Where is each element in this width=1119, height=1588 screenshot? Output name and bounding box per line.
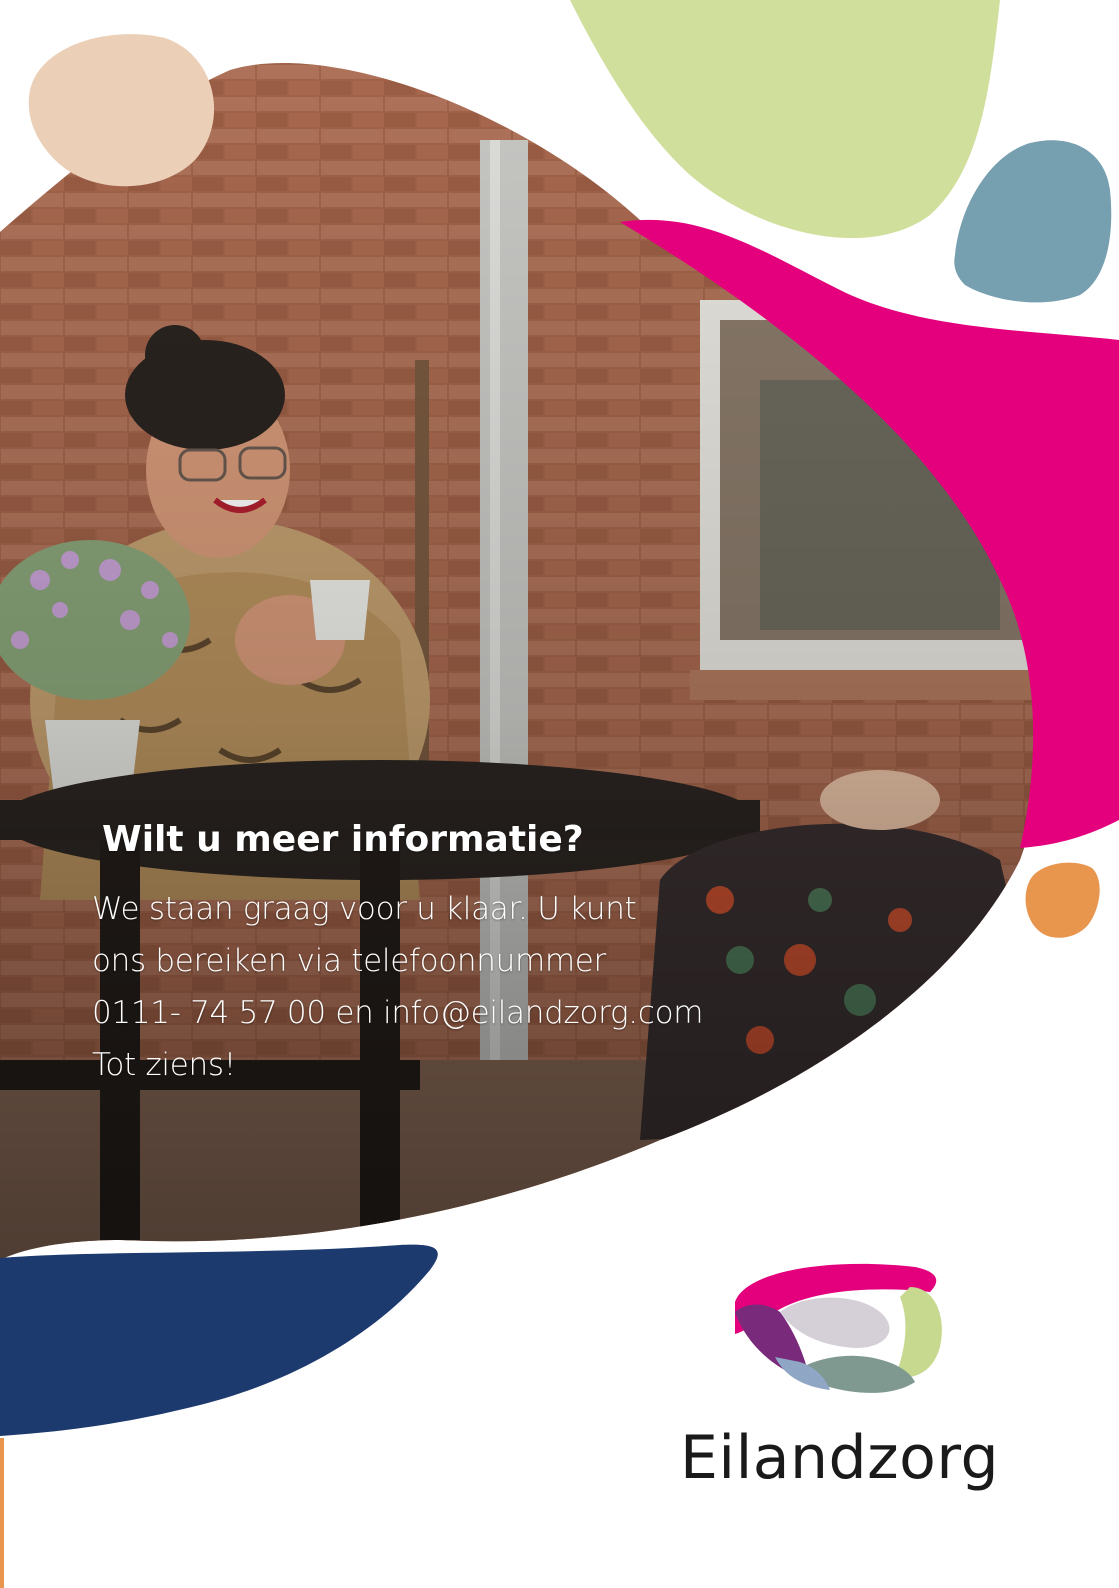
steel-blue-blob bbox=[954, 140, 1112, 303]
background-art bbox=[0, 0, 1119, 1588]
photo-woman-at-table bbox=[0, 63, 1060, 1260]
flyer-page: Wilt u meer informatie? We staan graag v… bbox=[0, 0, 1119, 1588]
sand-blob bbox=[28, 34, 215, 187]
info-line-2: ons bereiken via telefoonnummer bbox=[92, 943, 606, 980]
info-heading: Wilt u meer informatie? bbox=[102, 819, 584, 860]
info-line-1: We staan graag voor u klaar. U kunt bbox=[92, 891, 637, 928]
orange-edge-strip bbox=[0, 1438, 4, 1588]
navy-blob bbox=[0, 1244, 438, 1436]
info-line-4: Tot ziens! bbox=[92, 1047, 236, 1084]
eilandzorg-logo-icon bbox=[735, 1263, 942, 1393]
lime-blob bbox=[570, 0, 1000, 239]
info-line-3: 0111- 74 57 00 en info@eilandzorg.com bbox=[92, 995, 704, 1032]
brand-name: Eilandzorg bbox=[680, 1423, 1000, 1493]
contact-info-block: Wilt u meer informatie? We staan graag v… bbox=[92, 818, 812, 1091]
orange-blob bbox=[1025, 862, 1100, 938]
